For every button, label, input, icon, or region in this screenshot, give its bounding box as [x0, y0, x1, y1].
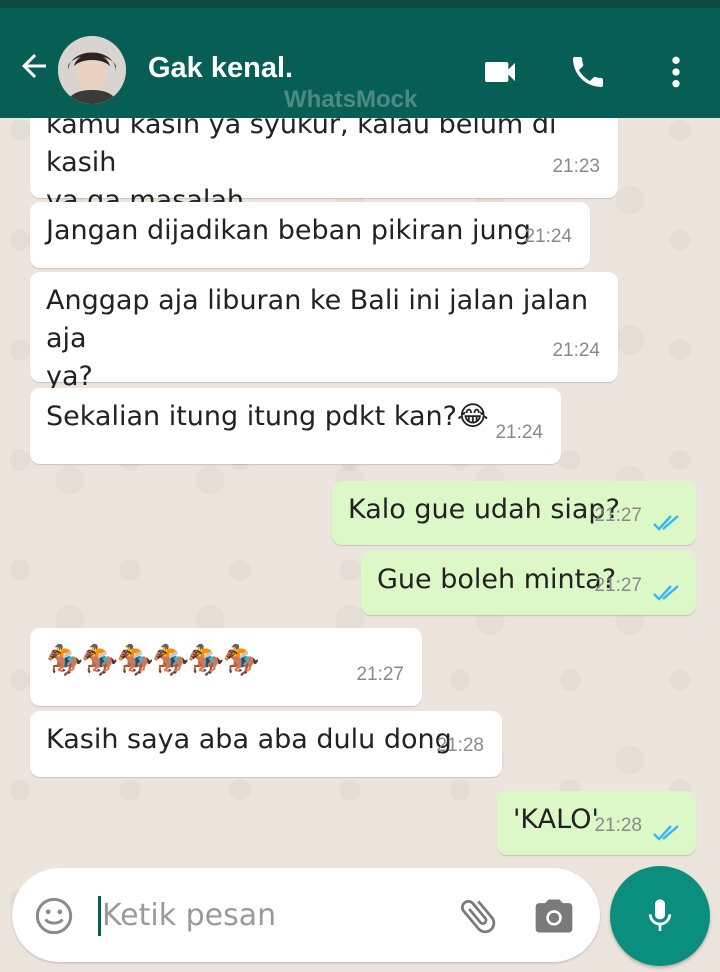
watermark: WhatsMock — [284, 86, 418, 113]
message-outgoing[interactable]: Gue boleh minta? 21:27 — [361, 551, 696, 615]
message-text: Sekalian itung itung pdkt kan?😂 — [46, 401, 489, 432]
message-text: Jangan dijadikan beban pikiran jung — [46, 215, 531, 246]
message-incoming[interactable]: Kasih saya aba aba dulu dong 21:28 — [30, 711, 502, 777]
message-time: 21:28 — [436, 735, 484, 756]
microphone-icon — [648, 899, 672, 931]
message-incoming[interactable]: Anggap aja liburan ke Bali ini jalan jal… — [30, 272, 618, 392]
attach-icon[interactable] — [456, 894, 500, 938]
message-list[interactable]: kamu kasih ya syukur, kalau belum di kas… — [0, 118, 720, 868]
contact-name[interactable]: Gak kenal. — [148, 52, 293, 85]
camera-icon[interactable] — [532, 894, 576, 938]
message-composer — [12, 868, 600, 962]
message-time: 21:23 — [552, 156, 600, 177]
voice-message-button[interactable] — [610, 866, 710, 966]
emoji-icon[interactable] — [34, 896, 74, 936]
read-receipt-icon — [653, 515, 679, 531]
message-time: 21:27 — [594, 575, 642, 596]
message-input[interactable] — [100, 892, 444, 938]
message-incoming[interactable]: Sekalian itung itung pdkt kan?😂 21:24 — [30, 388, 561, 464]
contact-avatar[interactable] — [58, 36, 126, 104]
phone-icon[interactable] — [568, 52, 608, 92]
message-text: Anggap aja liburan ke Bali ini jalan jal… — [46, 285, 589, 354]
message-incoming[interactable]: kamu kasih ya syukur, kalau belum di kas… — [30, 118, 618, 216]
message-time: 21:27 — [356, 664, 404, 685]
more-vert-icon[interactable] — [656, 52, 696, 92]
video-call-icon[interactable] — [480, 52, 520, 92]
back-arrow-icon[interactable] — [16, 48, 52, 84]
message-text: Kasih saya aba aba dulu dong — [46, 724, 452, 755]
message-incoming[interactable]: Jangan dijadikan beban pikiran jung 21:2… — [30, 202, 590, 268]
read-receipt-icon — [653, 825, 679, 841]
message-incoming[interactable]: 🏇🏇🏇🏇🏇🏇 21:27 — [30, 628, 422, 706]
message-time: 21:24 — [495, 422, 543, 443]
read-receipt-icon — [653, 585, 679, 601]
message-outgoing[interactable]: 'KALO' 21:28 — [497, 791, 696, 855]
message-text: 🏇🏇🏇🏇🏇🏇 — [46, 643, 260, 678]
message-outgoing[interactable]: Kalo gue udah siap? 21:27 — [332, 481, 696, 545]
message-time: 21:24 — [524, 226, 572, 247]
message-text: kamu kasih ya syukur, kalau belum di kas… — [46, 118, 557, 178]
message-time: 21:28 — [594, 815, 642, 836]
message-time: 21:27 — [594, 505, 642, 526]
message-time: 21:24 — [552, 340, 600, 361]
